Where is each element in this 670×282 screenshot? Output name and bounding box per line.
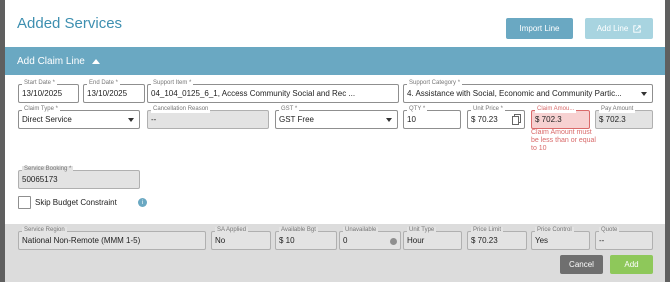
available-bgt-label: Available Bgt (279, 227, 318, 234)
unavailable-label: Unavailable (343, 227, 379, 234)
support-item-label: Support Item * (151, 80, 194, 87)
chevron-down-icon (386, 118, 392, 122)
gst-label: GST * (279, 106, 300, 113)
add-line-button[interactable]: Add Line (585, 18, 653, 39)
added-services-modal: Added Services Import Line Add Line Add … (5, 0, 665, 282)
cancellation-reason-label: Cancellation Reason (151, 106, 211, 113)
info-icon[interactable] (390, 238, 397, 245)
skip-budget-checkbox[interactable] (18, 196, 31, 209)
service-booking-label: Service Booking * (22, 166, 74, 173)
quote-label: Quote (599, 227, 620, 234)
end-date-label: End Date * (87, 80, 121, 87)
sa-applied-label: SA Applied (215, 227, 249, 234)
chevron-down-icon (641, 92, 647, 96)
info-icon[interactable]: i (138, 198, 147, 207)
unit-price-value: $ 70.23 (471, 115, 498, 124)
add-button[interactable]: Add (610, 255, 653, 274)
gst-value: GST Free (279, 115, 314, 124)
unavailable-value: 0 (343, 236, 348, 245)
section-title: Add Claim Line (17, 55, 85, 67)
service-region-label: Service Region (22, 227, 67, 234)
external-link-icon (633, 24, 641, 33)
qty-label: QTY * (407, 106, 428, 113)
add-claim-line-header[interactable]: Add Claim Line (5, 47, 665, 75)
price-control-label: Price Control (535, 227, 574, 234)
page-title: Added Services (17, 15, 123, 32)
copy-icon[interactable] (512, 114, 521, 125)
claim-type-value: Direct Service (22, 115, 72, 124)
start-date-label: Start Date * (22, 80, 58, 87)
claim-amount-label: Claim Amou... (535, 106, 577, 113)
chevron-up-icon (91, 59, 100, 64)
support-category-label: Support Category * (407, 80, 463, 87)
price-limit-label: Price Limit (471, 227, 504, 234)
chevron-down-icon (128, 118, 134, 122)
claim-type-label: Claim Type * (22, 106, 60, 113)
pay-amount-label: Pay Amount (599, 106, 636, 113)
import-line-button[interactable]: Import Line (506, 18, 573, 39)
claim-amount-error: Claim Amount must be less than or equal … (531, 129, 596, 152)
unit-price-label: Unit Price * (471, 106, 506, 113)
skip-budget-label: Skip Budget Constraint (35, 198, 117, 207)
add-line-label: Add Line (596, 24, 629, 33)
unit-type-label: Unit Type (407, 227, 437, 234)
cancel-button[interactable]: Cancel (560, 255, 603, 274)
support-category-value: 4. Assistance with Social, Economic and … (407, 89, 622, 98)
